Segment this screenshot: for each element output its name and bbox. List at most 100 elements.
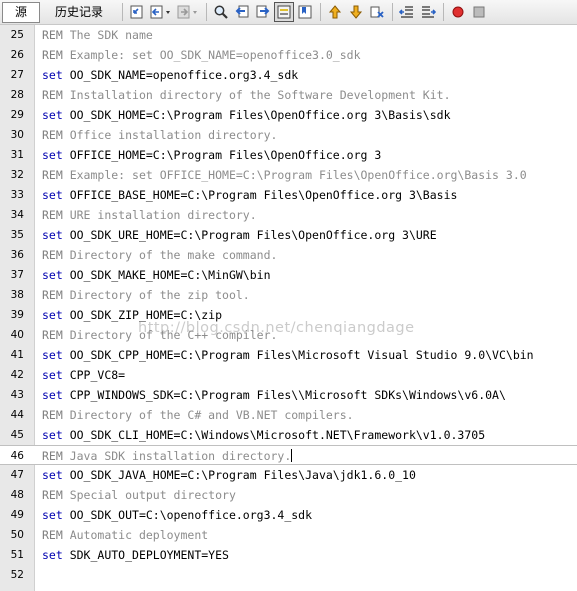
- code-line[interactable]: 30 REM Office installation directory.: [0, 125, 577, 145]
- line-number: 31: [10, 149, 24, 161]
- assignment-text: OFFICE_BASE_HOME=C:\Program Files\OpenOf…: [62, 188, 458, 202]
- next-bookmark-icon[interactable]: [346, 2, 366, 22]
- rem-keyword: REM: [42, 48, 63, 62]
- set-keyword: set: [42, 268, 63, 282]
- code-line[interactable]: 41 set OO_SDK_CPP_HOME=C:\Program Files\M…: [0, 345, 577, 365]
- code-text: REM Office installation directory.: [42, 125, 277, 145]
- code-text: set OO_SDK_NAME=openoffice.org3.4_sdk: [42, 65, 298, 85]
- comment-text: Directory of the make command.: [62, 248, 278, 262]
- assignment-text: OO_SDK_CPP_HOME=C:\Program Files\Microso…: [62, 348, 534, 362]
- line-number: 35: [10, 229, 24, 241]
- code-line[interactable]: 37 set OO_SDK_MAKE_HOME=C:\MinGW\bin: [0, 265, 577, 285]
- stop-macro-icon[interactable]: [469, 2, 489, 22]
- rem-keyword: REM: [42, 88, 63, 102]
- assignment-text: OO_SDK_NAME=openoffice.org3.4_sdk: [62, 68, 299, 82]
- set-keyword: set: [42, 388, 63, 402]
- rem-keyword: REM: [42, 208, 63, 222]
- code-line[interactable]: 48 REM Special output directory: [0, 485, 577, 505]
- rem-keyword: REM: [42, 528, 63, 542]
- code-line[interactable]: 29 set OO_SDK_HOME=C:\Program Files\OpenO…: [0, 105, 577, 125]
- toggle-bookmark-icon[interactable]: [295, 2, 315, 22]
- toolbar-separator: [392, 3, 394, 21]
- find-icon[interactable]: [211, 2, 231, 22]
- set-keyword: set: [42, 188, 63, 202]
- code-line[interactable]: 42 set CPP_VC8=: [0, 365, 577, 385]
- line-number: 30: [10, 129, 24, 141]
- line-number: 34: [10, 209, 24, 221]
- code-line[interactable]: 25 REM The SDK name: [0, 25, 577, 45]
- line-number: 27: [10, 69, 24, 81]
- code-text: set SDK_AUTO_DEPLOYMENT=YES: [42, 545, 229, 565]
- code-line[interactable]: 31 set OFFICE_HOME=C:\Program Files\OpenO…: [0, 145, 577, 165]
- rem-keyword: REM: [42, 248, 63, 262]
- toggle-highlight-icon[interactable]: [274, 2, 295, 22]
- code-line[interactable]: 32 REM Example: set OFFICE_HOME=C:\Progra…: [0, 165, 577, 185]
- set-keyword: set: [42, 368, 63, 382]
- assignment-text: OFFICE_HOME=C:\Program Files\OpenOffice.…: [62, 148, 382, 162]
- clear-bookmarks-icon[interactable]: [367, 2, 387, 22]
- code-line[interactable]: 45 set OO_SDK_CLI_HOME=C:\Windows\Microso…: [0, 425, 577, 445]
- rem-keyword: REM: [42, 288, 63, 302]
- assignment-text: OO_SDK_URE_HOME=C:\Program Files\OpenOff…: [62, 228, 437, 242]
- code-line[interactable]: 28 REM Installation directory of the Soft…: [0, 85, 577, 105]
- code-editor[interactable]: 25 REM The SDK name 26 REM Example: set OO_…: [0, 25, 577, 591]
- line-number: 46: [10, 450, 24, 462]
- code-text: set OO_SDK_URE_HOME=C:\Program Files\Ope…: [42, 225, 437, 245]
- assignment-text: OO_SDK_JAVA_HOME=C:\Program Files\Java\j…: [62, 468, 416, 482]
- assignment-text: OO_SDK_HOME=C:\Program Files\OpenOffice.…: [62, 108, 451, 122]
- assignment-text: CPP_WINDOWS_SDK=C:\Program Files\\Micros…: [62, 388, 506, 402]
- code-text: REM Special output directory: [42, 485, 236, 505]
- code-line[interactable]: 46 REM Java SDK installation directory.: [0, 445, 577, 465]
- rem-keyword: REM: [42, 328, 63, 342]
- line-number: 28: [10, 89, 24, 101]
- forward-icon[interactable]: [175, 2, 201, 22]
- code-line[interactable]: 44 REM Directory of the C# and VB.NET com…: [0, 405, 577, 425]
- line-number: 43: [10, 389, 24, 401]
- assignment-text: OO_SDK_MAKE_HOME=C:\MinGW\bin: [62, 268, 271, 282]
- code-line[interactable]: 51 set SDK_AUTO_DEPLOYMENT=YES: [0, 545, 577, 565]
- code-line[interactable]: 43 set CPP_WINDOWS_SDK=C:\Program Files\\…: [0, 385, 577, 405]
- shift-right-icon[interactable]: [418, 2, 438, 22]
- last-edit-icon[interactable]: [127, 2, 147, 22]
- code-line[interactable]: 26 REM Example: set OO_SDK_NAME=openoffic…: [0, 45, 577, 65]
- set-keyword: set: [42, 108, 63, 122]
- find-next-icon[interactable]: [253, 2, 273, 22]
- comment-text: Example: set OO_SDK_NAME=openoffice3.0_s…: [62, 48, 361, 62]
- line-number: 38: [10, 289, 24, 301]
- record-macro-icon[interactable]: [448, 2, 468, 22]
- code-line[interactable]: 49 set OO_SDK_OUT=C:\openoffice.org3.4_sd…: [0, 505, 577, 525]
- shift-left-icon[interactable]: [397, 2, 417, 22]
- code-text: set OO_SDK_CLI_HOME=C:\Windows\Microsoft…: [42, 425, 485, 445]
- line-number: 52: [10, 569, 24, 581]
- code-line[interactable]: 50 REM Automatic deployment: [0, 525, 577, 545]
- code-line[interactable]: 35 set OO_SDK_URE_HOME=C:\Program Files\O…: [0, 225, 577, 245]
- code-line[interactable]: 27 set OO_SDK_NAME=openoffice.org3.4_sdk: [0, 65, 577, 85]
- assignment-text: SDK_AUTO_DEPLOYMENT=YES: [62, 548, 229, 562]
- set-keyword: set: [42, 348, 63, 362]
- comment-text: Installation directory of the Software D…: [62, 88, 451, 102]
- line-number: 29: [10, 109, 24, 121]
- line-number: 33: [10, 189, 24, 201]
- code-line[interactable]: 38 REM Directory of the zip tool.: [0, 285, 577, 305]
- rem-keyword: REM: [42, 449, 63, 463]
- tab-history[interactable]: 历史记录: [42, 2, 116, 23]
- comment-text: Example: set OFFICE_HOME=C:\Program File…: [62, 168, 527, 182]
- back-icon[interactable]: [148, 2, 174, 22]
- code-text: REM Java SDK installation directory.: [42, 446, 293, 466]
- code-line[interactable]: 36 REM Directory of the make command.: [0, 245, 577, 265]
- code-text: set OFFICE_HOME=C:\Program Files\OpenOff…: [42, 145, 381, 165]
- code-text: set OO_SDK_HOME=C:\Program Files\OpenOff…: [42, 105, 451, 125]
- tab-source[interactable]: 源: [2, 1, 41, 23]
- line-number: 37: [10, 269, 24, 281]
- set-keyword: set: [42, 468, 63, 482]
- code-line[interactable]: 34 REM URE installation directory.: [0, 205, 577, 225]
- set-keyword: set: [42, 428, 63, 442]
- code-line[interactable]: 33 set OFFICE_BASE_HOME=C:\Program Files\…: [0, 185, 577, 205]
- previous-bookmark-icon[interactable]: [325, 2, 345, 22]
- comment-text: The SDK name: [62, 28, 153, 42]
- find-previous-icon[interactable]: [232, 2, 252, 22]
- code-line[interactable]: 47 set OO_SDK_JAVA_HOME=C:\Program Files\…: [0, 465, 577, 485]
- line-number: 36: [10, 249, 24, 261]
- code-line[interactable]: 52: [0, 565, 577, 585]
- code-text: set OO_SDK_JAVA_HOME=C:\Program Files\Ja…: [42, 465, 416, 485]
